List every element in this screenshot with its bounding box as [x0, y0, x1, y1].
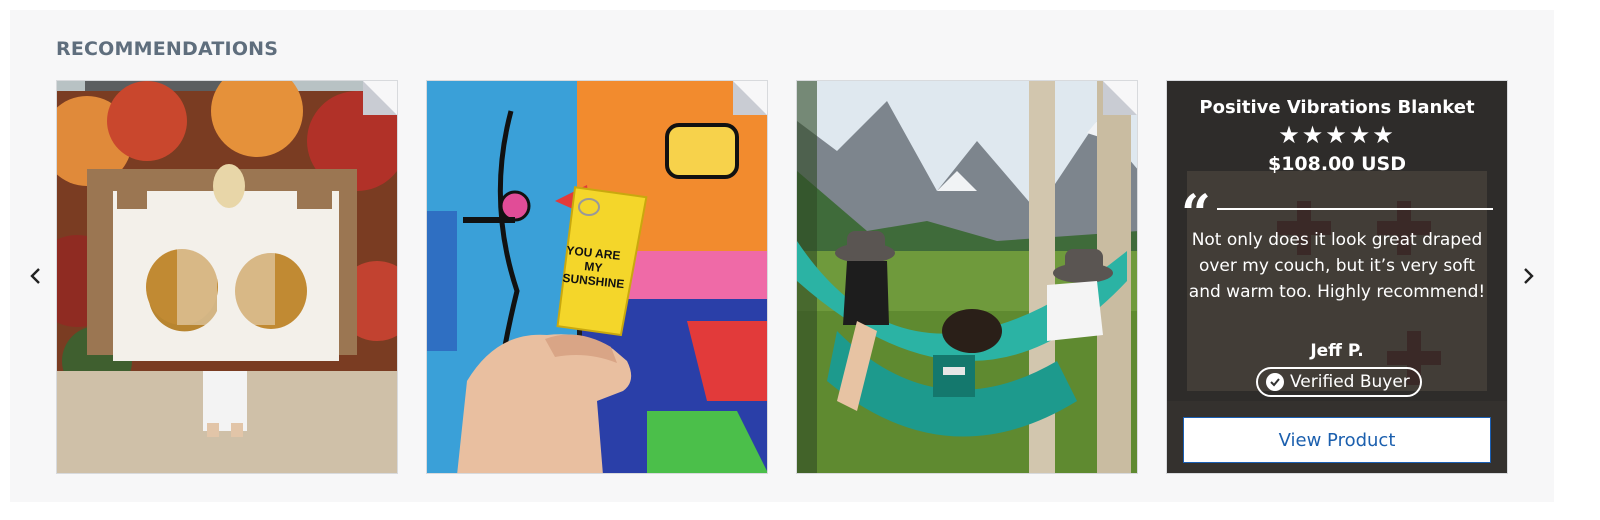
- view-product-button[interactable]: View Product: [1183, 417, 1491, 463]
- product-name: Positive Vibrations Blanket: [1199, 97, 1475, 118]
- chevron-left-icon: [30, 268, 40, 284]
- blanket-photo: [57, 81, 397, 473]
- keychain-photo: YOU ARE MY SUNSHINE: [427, 81, 767, 473]
- star-rating: ★★★★★: [1278, 122, 1396, 149]
- product-card-2[interactable]: YOU ARE MY SUNSHINE: [426, 80, 768, 474]
- corner-fold: [363, 81, 397, 115]
- next-arrow-button[interactable]: [1514, 256, 1542, 296]
- checkmark-icon: [1266, 373, 1284, 391]
- corner-fold: [733, 81, 767, 115]
- review-author: Jeff P.: [1310, 341, 1364, 361]
- review-card: Positive Vibrations Blanket ★★★★★ $108.0…: [1166, 80, 1508, 474]
- prev-arrow-button[interactable]: [22, 256, 50, 296]
- review-text: Not only does it look great draped over …: [1188, 230, 1486, 302]
- review-overlay: Positive Vibrations Blanket ★★★★★ $108.0…: [1167, 81, 1507, 473]
- corner-fold: [1103, 81, 1137, 115]
- chevron-right-icon: [1524, 268, 1534, 284]
- section-title: RECOMMENDATIONS: [56, 38, 279, 60]
- quote-divider: [1217, 208, 1493, 210]
- recommendations-widget: RECOMMENDATIONS YOU ARE MY SUNSHINE Posi…: [10, 10, 1554, 502]
- product-price: $108.00 USD: [1267, 153, 1407, 175]
- badge-label: Verified Buyer: [1290, 372, 1410, 392]
- product-card-1[interactable]: [56, 80, 398, 474]
- product-card-3[interactable]: [796, 80, 1138, 474]
- hammock-photo: [797, 81, 1137, 473]
- verified-buyer-badge: Verified Buyer: [1256, 367, 1422, 397]
